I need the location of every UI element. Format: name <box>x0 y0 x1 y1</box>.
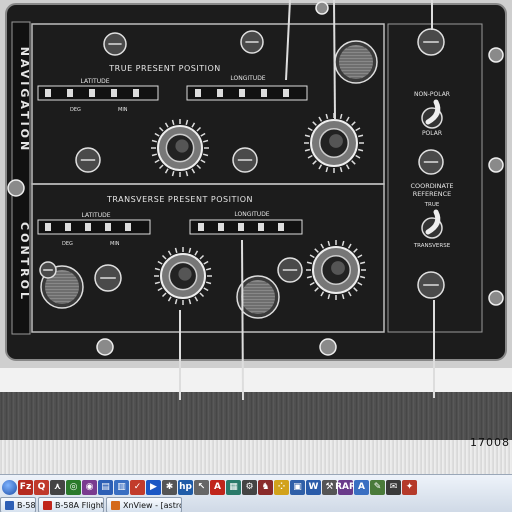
notes-icon[interactable]: ✎ <box>370 479 385 495</box>
transverse-longitude-window-digit <box>238 223 244 231</box>
true-latitude-knob-hub <box>175 139 189 153</box>
true-position-title: TRUE PRESENT POSITION <box>108 64 220 73</box>
grid-icon[interactable]: ▦ <box>226 479 241 495</box>
transverse-longitude-window-digit <box>278 223 284 231</box>
true-min-label: MIN <box>118 107 128 113</box>
transverse-longitude-label: LONGITUDE <box>234 211 269 218</box>
true-longitude-window-digit <box>217 89 223 97</box>
callout-line <box>333 0 336 121</box>
true-longitude-label: LONGITUDE <box>230 75 265 82</box>
true-latitude-window-digit <box>89 89 95 97</box>
transverse-longitude-window-digit <box>198 223 204 231</box>
pawn-icon[interactable]: ♞ <box>258 479 273 495</box>
transverse-position-title: TRANSVERSE PRESENT POSITION <box>106 195 253 204</box>
taskbar-button[interactable]: XnView - [astro.png] <box>106 497 182 512</box>
network-icon[interactable]: ⋏ <box>50 479 65 495</box>
side-label-navigation: NAVIGATION <box>18 47 31 153</box>
notepad-icon <box>5 500 14 510</box>
true-longitude-window-digit <box>239 89 245 97</box>
checkbox-icon[interactable]: ✓ <box>130 479 145 495</box>
taskbar: FzQ⋏◎◉▤▥✓▶✱hp↖A▦⚙♞⁘▣W⚒RARA✎✉✦ B-58...B-5… <box>0 474 512 512</box>
true-latitude-window-digit <box>45 89 51 97</box>
transverse-longitude-knob-hub <box>331 261 345 275</box>
medal-icon[interactable]: ✦ <box>402 479 417 495</box>
true-latitude-window-digit <box>111 89 117 97</box>
transverse-deg-label: DEG <box>62 241 73 247</box>
switch2-title-2: REFERENCE <box>413 190 452 198</box>
transverse-speaker-grille-2 <box>241 280 275 314</box>
audio-icon[interactable]: A <box>354 479 369 495</box>
true-latitude-label: LATITUDE <box>80 78 109 85</box>
callout-line <box>241 239 244 401</box>
navigation-control-panel-photo: NAVIGATION CONTROL TRUE PRESENT POSITION… <box>0 0 512 401</box>
diagram-icon[interactable]: ⚙ <box>242 479 257 495</box>
dice-icon[interactable]: ⁘ <box>274 479 289 495</box>
switch2-bottom-label: TRANSVERSE <box>413 243 451 249</box>
document-icon[interactable]: ▣ <box>290 479 305 495</box>
taskbar-button-label: B-58A Flight Manua... <box>55 500 104 510</box>
transverse-latitude-window-digit <box>105 223 111 231</box>
taskbar-button-label: XnView - [astro.png] <box>123 500 181 510</box>
transverse-latitude-knob-hub <box>178 267 192 281</box>
page-number: 17008 <box>470 436 510 449</box>
cursor-icon[interactable]: ↖ <box>194 479 209 495</box>
true-speaker-grille <box>339 45 373 79</box>
transverse-latitude-label: LATITUDE <box>81 212 110 219</box>
settings-icon[interactable]: ✱ <box>162 479 177 495</box>
transverse-latitude-window-digit <box>125 223 131 231</box>
true-longitude-window-digit <box>261 89 267 97</box>
transverse-min-label: MIN <box>110 241 120 247</box>
true-longitude-window-digit <box>283 89 289 97</box>
transverse-longitude-window-digit <box>218 223 224 231</box>
transverse-longitude-window-digit <box>258 223 264 231</box>
switch2-title-1: COORDINATE <box>410 182 453 190</box>
taskbar-button[interactable]: B-58A Flight Manua... <box>38 497 104 512</box>
true-latitude-window-digit <box>67 89 73 97</box>
globe-icon[interactable]: ◎ <box>66 479 81 495</box>
switch1-top-label: NON-POLAR <box>414 91 450 98</box>
image-viewer: NAVIGATION CONTROL TRUE PRESENT POSITION… <box>0 0 512 474</box>
switch2-top-label: TRUE <box>424 202 440 208</box>
filezilla-icon[interactable]: Fz <box>18 479 33 495</box>
notepad-icon[interactable]: ▥ <box>114 479 129 495</box>
task-buttons: B-58... B-58A Flight Manua... XnView - [as… <box>0 497 512 512</box>
pdf-icon[interactable]: A <box>210 479 225 495</box>
folder-icon[interactable]: ▤ <box>98 479 113 495</box>
start-icon[interactable] <box>2 479 17 495</box>
media-icon[interactable]: ▶ <box>146 479 161 495</box>
mail-icon[interactable]: ✉ <box>386 479 401 495</box>
true-longitude-window-digit <box>195 89 201 97</box>
taskbar-button-label: B-58... <box>17 500 36 510</box>
transverse-latitude-window-digit <box>85 223 91 231</box>
quick-launch-bar: Fz Q ⋏ ◎ ◉ ▤ ▥ ✓ ▶ ✱ hp ↖ A ▦ ⚙ ♞ ⁘ ▣ W ⚒ RAR A ✎ ✉ ✦ <box>0 477 512 497</box>
true-deg-label: DEG <box>70 107 81 113</box>
transverse-latitude-window-digit <box>65 223 71 231</box>
side-label-control: CONTROL <box>18 222 31 302</box>
eye-icon[interactable]: ◉ <box>82 479 97 495</box>
switch1-bottom-label: POLAR <box>422 130 442 137</box>
archive-icon[interactable]: RAR <box>335 479 356 495</box>
taskbar-button[interactable]: B-58... <box>0 497 36 512</box>
transverse-latitude-window-digit <box>45 223 51 231</box>
xnview-icon <box>111 500 120 510</box>
true-longitude-knob-hub <box>329 134 343 148</box>
true-latitude-window-digit <box>133 89 139 97</box>
q-icon[interactable]: Q <box>34 479 49 495</box>
hp-icon[interactable]: hp <box>178 479 193 495</box>
pdf-icon <box>43 500 52 510</box>
word-icon[interactable]: W <box>306 479 321 495</box>
